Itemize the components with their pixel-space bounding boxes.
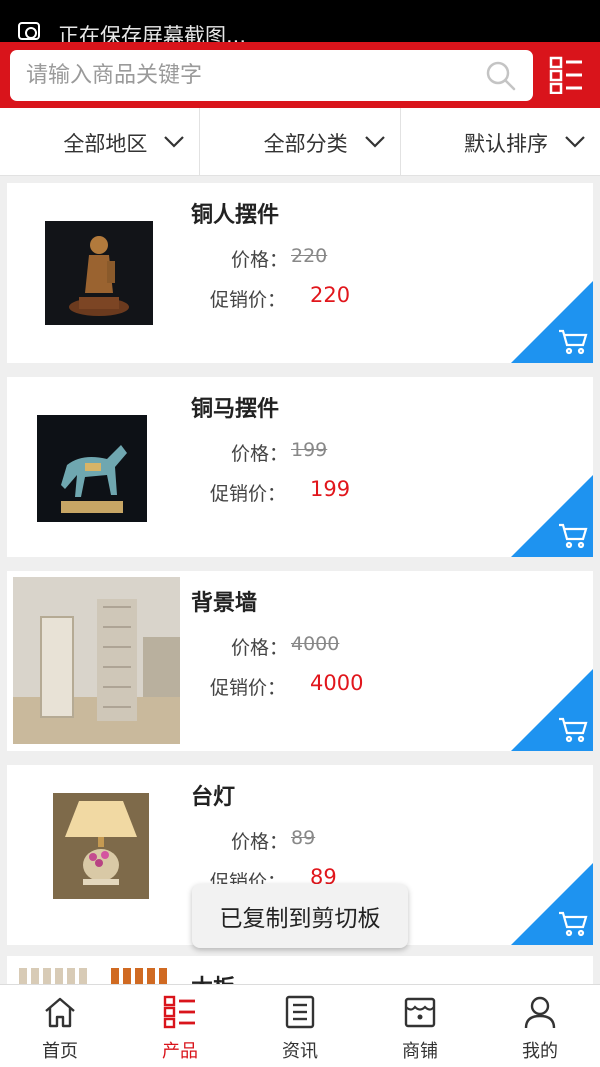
tab-label: 产品 xyxy=(162,1041,198,1062)
product-image[interactable] xyxy=(53,793,149,899)
bottom-tab-bar: 首页 产品 资讯 商铺 我的 xyxy=(0,984,600,1067)
product-card[interactable]: 铜人摆件 价格： 220 促销价： 220 xyxy=(7,183,593,363)
price-label: 价格： xyxy=(231,443,289,465)
search-header xyxy=(0,42,600,108)
filter-label: 全部地区 xyxy=(63,132,148,156)
original-price: 89 xyxy=(291,827,316,849)
home-icon xyxy=(45,997,75,1028)
search-box[interactable] xyxy=(10,50,533,101)
chevron-down-icon xyxy=(364,136,385,148)
promo-price: 4000 xyxy=(310,671,364,695)
filter-region[interactable]: 全部地区 xyxy=(0,108,201,175)
add-to-cart-button[interactable] xyxy=(511,475,593,557)
promo-price-label: 促销价： xyxy=(210,483,287,505)
price-label: 价格： xyxy=(231,637,289,659)
product-list-icon xyxy=(163,995,195,1029)
chevron-down-icon xyxy=(164,136,185,148)
product-name: 台灯 xyxy=(191,785,236,810)
product-name: 背景墙 xyxy=(191,591,258,616)
tab-products[interactable]: 产品 xyxy=(120,985,240,1067)
product-image[interactable] xyxy=(37,415,147,522)
tab-home[interactable]: 首页 xyxy=(0,985,120,1067)
product-name: 铜人摆件 xyxy=(191,203,280,228)
category-menu-icon[interactable] xyxy=(549,56,583,94)
user-icon xyxy=(524,996,556,1029)
search-icon[interactable] xyxy=(485,60,517,92)
chevron-down-icon xyxy=(565,136,585,148)
filter-category[interactable]: 全部分类 xyxy=(200,108,401,175)
tab-news[interactable]: 资讯 xyxy=(240,985,360,1067)
price-label: 价格： xyxy=(231,249,289,271)
promo-price: 220 xyxy=(310,283,351,307)
filter-label: 全部分类 xyxy=(263,132,348,156)
promo-price-label: 促销价： xyxy=(210,677,287,699)
filter-bar: 全部地区 全部分类 默认排序 xyxy=(0,108,600,176)
add-to-cart-button[interactable] xyxy=(511,669,593,751)
product-card[interactable]: 铜马摆件 价格： 199 促销价： 199 xyxy=(7,377,593,557)
tab-label: 商铺 xyxy=(402,1041,438,1062)
product-image[interactable] xyxy=(13,577,180,744)
price-label: 价格： xyxy=(231,831,289,853)
filter-label: 默认排序 xyxy=(463,132,548,156)
original-price: 199 xyxy=(291,439,328,461)
tab-shop[interactable]: 商铺 xyxy=(360,985,480,1067)
tab-me[interactable]: 我的 xyxy=(480,985,600,1067)
add-to-cart-button[interactable] xyxy=(511,863,593,945)
status-bar: 正在保存屏幕截图... xyxy=(0,0,600,48)
clipboard-toast: 已复制到剪切板 xyxy=(192,884,408,948)
original-price: 4000 xyxy=(291,633,340,655)
product-name: 铜马摆件 xyxy=(191,397,280,422)
promo-price-label: 促销价： xyxy=(210,289,287,311)
tab-label: 首页 xyxy=(42,1041,78,1062)
shop-icon xyxy=(404,997,436,1028)
promo-price: 199 xyxy=(310,477,351,501)
news-icon xyxy=(285,995,315,1029)
tab-label: 资讯 xyxy=(282,1041,318,1062)
filter-sort[interactable]: 默认排序 xyxy=(401,108,600,175)
product-card[interactable]: 背景墙 价格： 4000 促销价： 4000 xyxy=(7,571,593,751)
search-input[interactable] xyxy=(26,50,476,101)
tab-label: 我的 xyxy=(522,1041,558,1062)
add-to-cart-button[interactable] xyxy=(511,281,593,363)
original-price: 220 xyxy=(291,245,328,267)
screenshot-icon xyxy=(18,22,40,40)
product-image[interactable] xyxy=(45,221,153,325)
